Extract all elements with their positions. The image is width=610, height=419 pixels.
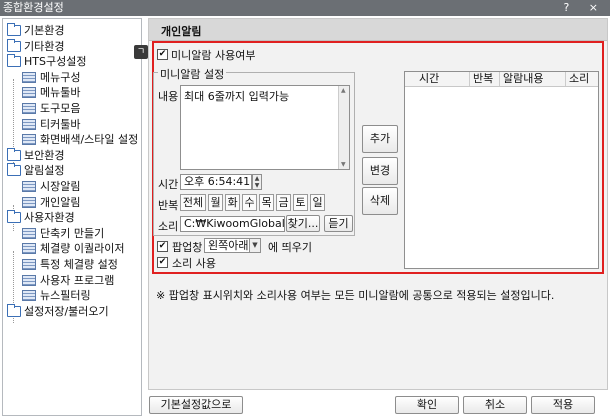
tree-item-label: 개인알림 — [40, 195, 81, 209]
document-icon — [22, 103, 36, 114]
tree-item-label: 기타환경 — [24, 39, 65, 53]
time-input[interactable]: 오후 6:54:41 — [180, 174, 252, 190]
document-icon — [22, 227, 36, 239]
popup-suffix: 에 띄우기 — [268, 241, 312, 254]
document-icon — [22, 259, 36, 270]
tree-item-label: 메뉴구성 — [40, 70, 81, 84]
settings-tree: 기본환경기타환경 HTS구성설정 메뉴구성메뉴툴바도구모음티커툴바화면배색/스타일 … — [2, 18, 142, 416]
tree-item-label: 단축키 만들기 — [40, 226, 105, 240]
list-header-content[interactable]: 알람내용 — [499, 72, 565, 86]
listen-button[interactable]: 듣기 — [324, 215, 353, 232]
tip-icon[interactable]: ㄱ — [134, 45, 148, 59]
textarea-scrollbar[interactable] — [338, 86, 349, 169]
tree-item-label: HTS구성설정 — [24, 55, 87, 69]
tree-item-label: 알림설정 — [24, 164, 65, 178]
document-icon — [22, 87, 36, 99]
close-button[interactable]: × — [589, 1, 606, 14]
tree-item-label: 화면배색/스타일 설정 — [40, 133, 139, 147]
day-button[interactable]: 수 — [242, 194, 257, 211]
content-label: 내용 — [158, 90, 179, 103]
change-button[interactable]: 변경 — [362, 157, 398, 185]
tree-item-label: 체결량 이퀄라이저 — [40, 242, 125, 256]
default-settings-button[interactable]: 기본설정값으로 — [149, 396, 243, 414]
title-bar: 종합환경설정 ? × — [0, 0, 610, 16]
tree-item-label: 메뉴툴바 — [40, 86, 81, 100]
day-button[interactable]: 일 — [310, 194, 325, 211]
tree-item-label: 사용자 프로그램 — [40, 273, 115, 287]
content-value: 최대 6줄까지 입력가능 — [184, 90, 290, 103]
time-value: 오후 6:54:41 — [184, 175, 251, 188]
tree-item-label: 도구모음 — [40, 102, 81, 115]
ok-button[interactable]: 확인 — [395, 396, 459, 414]
document-icon — [22, 274, 36, 286]
find-button[interactable]: 찾기... — [286, 215, 320, 232]
popup-label: 팝업창 — [172, 241, 203, 254]
list-header-time[interactable]: 시간 — [405, 72, 469, 86]
popup-checkbox[interactable]: ✔ — [157, 241, 168, 252]
add-button[interactable]: 추가 — [362, 125, 398, 153]
document-icon — [22, 290, 36, 302]
folder-icon — [7, 38, 21, 52]
day-button[interactable]: 월 — [208, 194, 223, 211]
document-icon — [22, 71, 36, 83]
folder-icon — [7, 163, 21, 177]
folder-icon — [7, 147, 21, 161]
folder-icon — [7, 54, 21, 68]
group-title: 미니알람 설정 — [158, 66, 227, 82]
folder-icon — [7, 23, 21, 36]
sound-label: 소리 — [158, 220, 179, 233]
time-spinner[interactable]: ▲ ▼ — [252, 174, 262, 190]
day-button[interactable]: 목 — [259, 194, 274, 211]
day-button[interactable]: 토 — [293, 194, 308, 211]
list-header-sound[interactable]: 소리 — [565, 72, 598, 86]
cancel-button[interactable]: 취소 — [463, 396, 527, 414]
folder-icon — [7, 210, 21, 224]
tree-item-label: 시장알림 — [40, 180, 81, 193]
document-icon — [22, 243, 36, 255]
day-button[interactable]: 전체 — [180, 194, 206, 211]
tree-item-label: 설정저장/불러오기 — [24, 304, 109, 318]
day-button[interactable]: 금 — [276, 194, 291, 211]
use-alarm-label: 미니알람 사용여부 — [171, 49, 256, 62]
document-icon — [22, 181, 36, 192]
sound-use-label: 소리 사용 — [172, 257, 216, 270]
note-text: ※ 팝업창 표시위치와 소리사용 여부는 모든 미니알람에 공통으로 적용되는 … — [156, 289, 555, 302]
apply-button[interactable]: 적용 — [531, 396, 595, 414]
document-icon — [22, 196, 36, 208]
use-alarm-checkbox[interactable]: ✔ — [157, 49, 168, 60]
folder-icon — [7, 303, 21, 317]
tree-item-label: 보안환경 — [24, 148, 65, 162]
list-header-repeat[interactable]: 반복 — [469, 72, 499, 86]
sound-path-input[interactable]: C:₩KiwoomGlobal₩so — [180, 216, 285, 232]
document-icon — [22, 134, 36, 146]
alarm-list[interactable]: 시간 반복 알람내용 소리 — [404, 71, 599, 269]
tree-item-label: 사용자환경 — [24, 211, 75, 225]
time-label: 시간 — [158, 178, 179, 191]
tree-item-label: 티커툴바 — [40, 117, 81, 131]
document-icon — [22, 118, 36, 130]
panel-header: 개인알림 — [149, 19, 607, 41]
chevron-down-icon[interactable]: ▼ — [249, 238, 261, 253]
delete-button[interactable]: 삭제 — [362, 187, 398, 215]
tree-item-label: 기본환경 — [24, 24, 65, 37]
content-textarea[interactable]: 최대 6줄까지 입력가능 — [180, 85, 350, 170]
window-title: 종합환경설정 — [3, 1, 64, 14]
repeat-label: 반복 — [158, 199, 179, 212]
tree-item-label: 특정 체결량 설정 — [40, 258, 118, 271]
popup-position-value: 왼쪽아래 — [208, 239, 249, 252]
sound-path-value: C:₩KiwoomGlobal₩so — [184, 217, 285, 230]
alarm-list-header: 시간 반복 알람내용 소리 — [405, 72, 598, 87]
day-button[interactable]: 화 — [225, 194, 240, 211]
panel-title: 개인알림 — [161, 25, 202, 38]
sound-use-checkbox[interactable]: ✔ — [157, 257, 168, 268]
tree-item-label: 뉴스필터링 — [40, 289, 91, 303]
help-button[interactable]: ? — [563, 1, 577, 14]
